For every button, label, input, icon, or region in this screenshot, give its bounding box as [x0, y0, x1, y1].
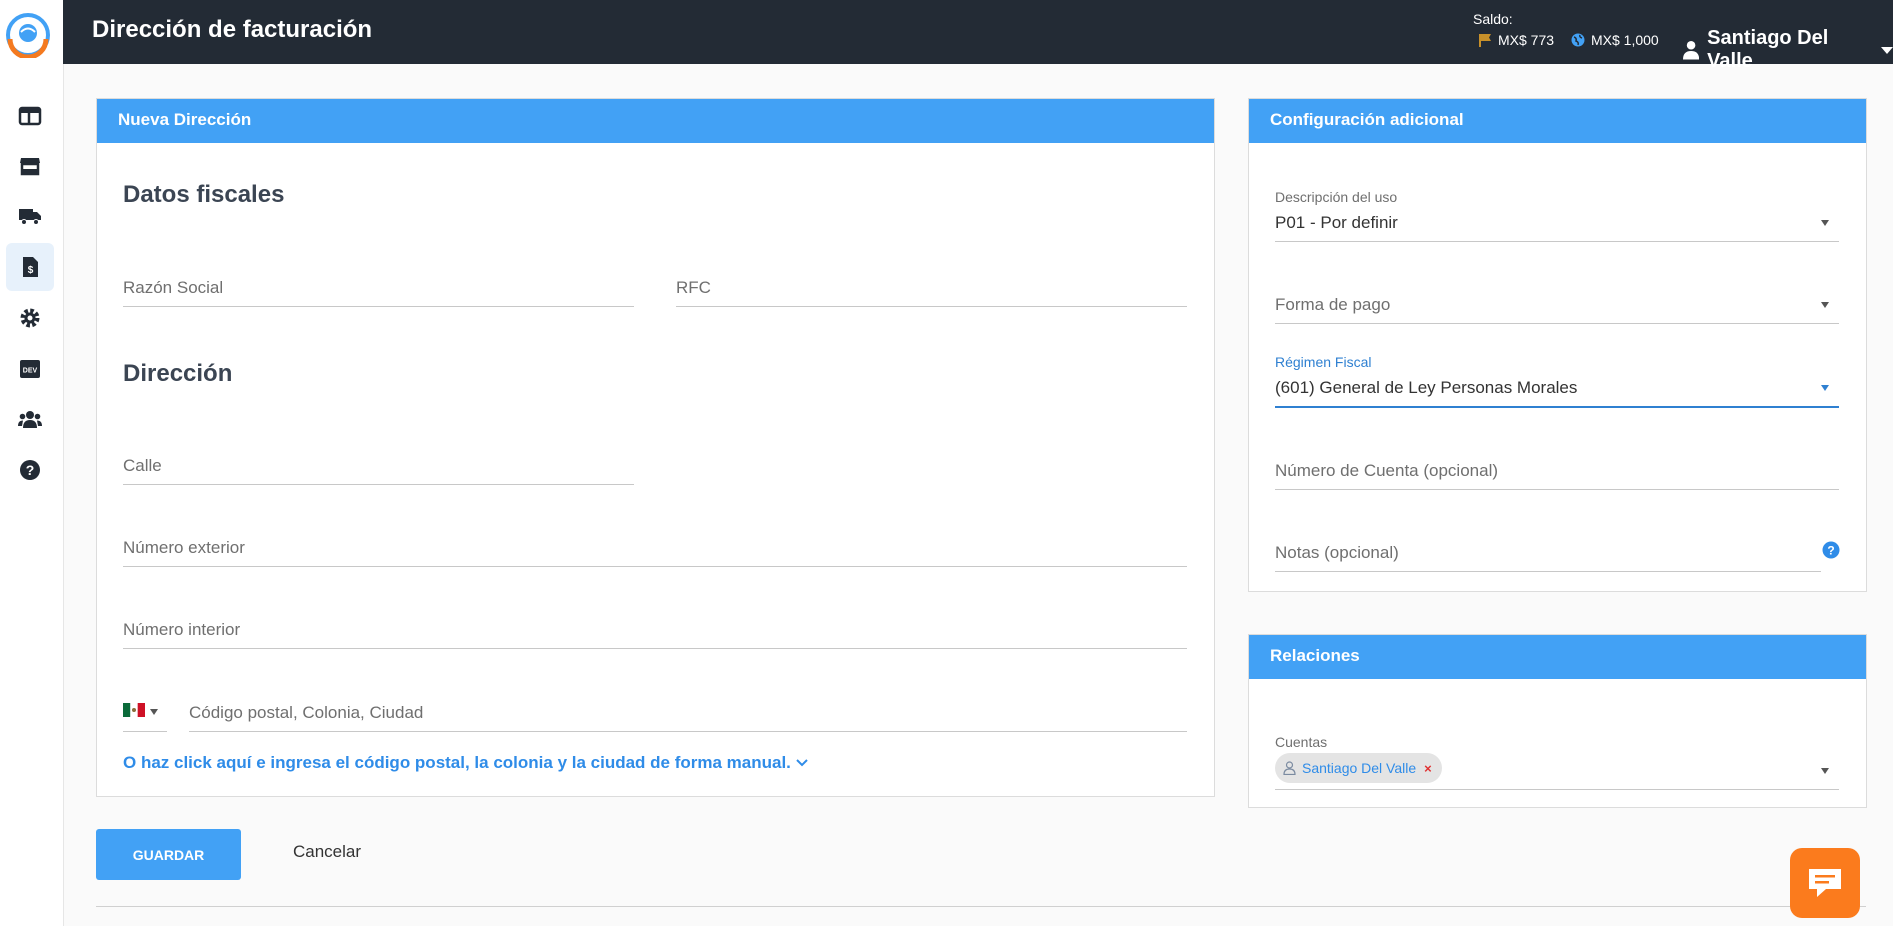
- configuracion-card: Configuración adicional: [1248, 98, 1867, 592]
- rfc-placeholder: RFC: [676, 278, 711, 297]
- sidebar-item-store[interactable]: [6, 142, 54, 190]
- descripcion-uso-select[interactable]: Descripción del uso P01 - Por definir: [1275, 189, 1839, 242]
- sidebar-item-settings[interactable]: [6, 294, 54, 342]
- sidebar-item-help[interactable]: ?: [6, 446, 54, 494]
- app-logo[interactable]: [5, 12, 51, 60]
- calle-field[interactable]: Calle: [123, 448, 634, 485]
- notas-placeholder: Notas (opcional): [1275, 543, 1399, 562]
- chevron-down-icon: [1821, 385, 1829, 391]
- balance-global-value: MX$ 1,000: [1591, 32, 1659, 48]
- postal-code-placeholder: Código postal, Colonia, Ciudad: [189, 703, 424, 722]
- chip-remove-icon[interactable]: ×: [1424, 761, 1432, 776]
- user-menu[interactable]: Santiago Del Valle: [1683, 27, 1893, 73]
- notas-field[interactable]: Notas (opcional): [1275, 535, 1821, 572]
- nueva-direccion-header: Nueva Dirección: [97, 99, 1214, 143]
- relaciones-header: Relaciones: [1249, 635, 1866, 679]
- globe-icon: [1571, 33, 1585, 47]
- help-icon: ?: [20, 460, 40, 480]
- svg-text:?: ?: [26, 462, 35, 478]
- mexico-flag-icon: [123, 703, 145, 717]
- numero-cuenta-field[interactable]: Número de Cuenta (opcional): [1275, 453, 1839, 490]
- numero-cuenta-placeholder: Número de Cuenta (opcional): [1275, 461, 1499, 480]
- chat-icon: [1809, 869, 1841, 897]
- numero-exterior-placeholder: Número exterior: [123, 538, 245, 557]
- razon-social-field[interactable]: Razón Social: [123, 270, 634, 307]
- cancel-button[interactable]: Cancelar: [293, 842, 361, 862]
- flag-icon: [1479, 34, 1491, 47]
- numero-interior-placeholder: Número interior: [123, 620, 241, 639]
- user-outline-icon: [1283, 761, 1296, 775]
- user-icon: [1683, 40, 1700, 60]
- manual-address-link-text: O haz click aquí e ingresa el código pos…: [123, 753, 791, 772]
- chevron-down-icon: [150, 709, 158, 715]
- invoice-icon: $: [23, 257, 38, 277]
- saldo-label: Saldo:: [1473, 11, 1513, 27]
- user-name: Santiago Del Valle: [1707, 27, 1829, 72]
- save-button[interactable]: GUARDAR: [96, 829, 241, 880]
- datos-fiscales-title: Datos fiscales: [123, 181, 285, 208]
- chevron-down-icon: [1821, 302, 1829, 308]
- rfc-field[interactable]: RFC: [676, 270, 1187, 307]
- regimen-fiscal-label: Régimen Fiscal: [1275, 354, 1372, 370]
- balance-local: MX$ 773: [1478, 32, 1554, 48]
- sidebar-item-users[interactable]: [6, 395, 54, 443]
- razon-social-placeholder: Razón Social: [123, 278, 224, 297]
- svg-text:DEV: DEV: [23, 368, 38, 375]
- truck-icon: [19, 209, 41, 225]
- gear-icon: [20, 308, 40, 328]
- sidebar-item-billing[interactable]: $: [6, 243, 54, 291]
- dev-icon: DEV: [20, 360, 40, 378]
- sidebar-item-dashboard[interactable]: [6, 92, 54, 140]
- chevron-down-icon: [796, 759, 808, 767]
- bottom-divider: [96, 906, 1866, 907]
- direccion-title: Dirección: [123, 360, 233, 387]
- sidebar-item-shipments[interactable]: [6, 192, 54, 240]
- chevron-down-icon: [1821, 768, 1829, 774]
- postal-code-field[interactable]: Código postal, Colonia, Ciudad: [189, 695, 1187, 732]
- chevron-down-icon: [1881, 46, 1893, 54]
- regimen-fiscal-select[interactable]: Régimen Fiscal (601) General de Ley Pers…: [1275, 354, 1839, 408]
- help-circle-icon[interactable]: ?: [1822, 541, 1840, 559]
- chevron-down-icon: [1821, 220, 1829, 226]
- sidebar-item-developer[interactable]: DEV: [6, 345, 54, 393]
- users-icon: [18, 411, 42, 428]
- balance-global: MX$ 1,000: [1571, 32, 1659, 48]
- numero-interior-field[interactable]: Número interior: [123, 612, 1187, 649]
- page-title: Dirección de facturación: [92, 16, 373, 43]
- regimen-fiscal-value: (601) General de Ley Personas Morales: [1275, 378, 1578, 397]
- svg-text:$: $: [28, 265, 34, 276]
- descripcion-uso-value: P01 - Por definir: [1275, 213, 1398, 232]
- forma-pago-placeholder: Forma de pago: [1275, 295, 1391, 314]
- sidebar: $ DEV ?: [0, 0, 64, 926]
- numero-exterior-field[interactable]: Número exterior: [123, 530, 1187, 567]
- svg-text:?: ?: [1827, 544, 1834, 558]
- country-selector[interactable]: [123, 695, 167, 732]
- balance-local-value: MX$ 773: [1498, 32, 1555, 48]
- dashboard-icon: [18, 106, 42, 126]
- calle-placeholder: Calle: [123, 456, 162, 475]
- store-icon: [20, 158, 40, 176]
- chat-button[interactable]: [1790, 848, 1860, 918]
- cuenta-chip: Santiago Del Valle ×: [1275, 753, 1442, 783]
- top-bar: Dirección de facturación Saldo: MX$ 773 …: [63, 0, 1893, 72]
- cuentas-label: Cuentas: [1275, 734, 1328, 750]
- forma-pago-select[interactable]: Forma de pago: [1275, 287, 1839, 324]
- manual-address-link[interactable]: O haz click aquí e ingresa el código pos…: [123, 753, 809, 773]
- cuenta-chip-label: Santiago Del Valle: [1302, 760, 1417, 776]
- descripcion-uso-label: Descripción del uso: [1275, 189, 1398, 205]
- configuracion-header: Configuración adicional: [1249, 99, 1866, 143]
